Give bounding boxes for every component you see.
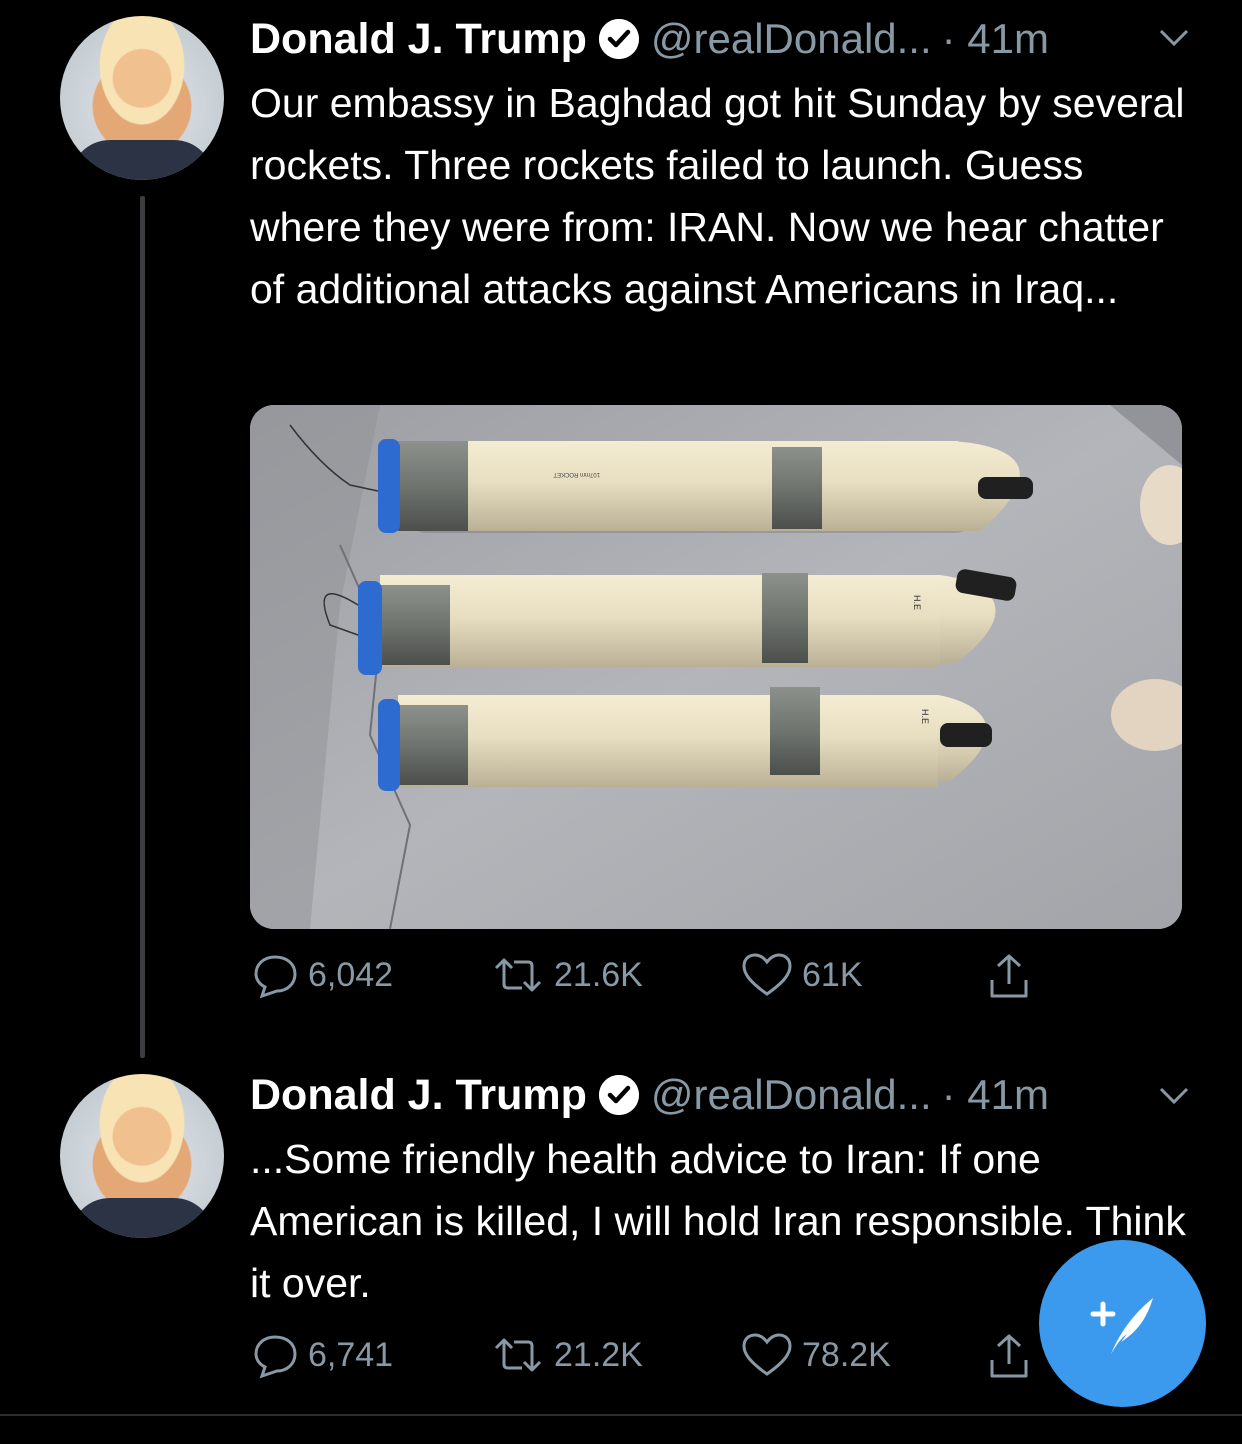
verified-badge-icon [598, 1075, 639, 1115]
tweet-time: · 41m [941, 15, 1050, 62]
rockets-photo: 107mm ROCKET H.E H.E [250, 405, 1182, 929]
reply-icon [254, 955, 297, 999]
thread-connector-line [140, 196, 145, 1058]
rocket-label-1: 107mm ROCKET [553, 471, 600, 477]
rocket-1: 107mm ROCKET [289, 424, 1033, 533]
reply-icon [254, 1335, 297, 1379]
reply-button[interactable]: 6,741 [250, 1330, 393, 1380]
like-icon [742, 953, 792, 996]
tweet-header: Donald J. Trump @realDonald... · 41m [250, 4, 1049, 74]
author-name[interactable]: Donald J. Trump [250, 1071, 587, 1120]
retweet-icon [494, 958, 542, 992]
avatar[interactable] [60, 1074, 224, 1238]
chevron-down-icon[interactable] [1158, 28, 1190, 48]
rocket-2: H.E [323, 569, 1017, 675]
tweet-header: Donald J. Trump @realDonald... · 41m [250, 1060, 1049, 1130]
tweet-text: Our embassy in Baghdad got hit Sunday by… [250, 80, 1185, 312]
like-count: 61K [802, 955, 863, 994]
rocket-3: H.E [378, 687, 992, 791]
tip-label-2: H.E [920, 709, 930, 724]
author-handle[interactable]: @realDonald... [651, 15, 932, 63]
retweet-button[interactable]: 21.2K [490, 1330, 643, 1380]
retweet-count: 21.6K [554, 955, 643, 994]
tweet-time: · 41m [941, 1071, 1050, 1118]
like-count: 78.2K [802, 1335, 891, 1374]
like-icon [742, 1333, 792, 1376]
retweet-icon [494, 1338, 542, 1372]
share-button[interactable] [984, 950, 1042, 1004]
tweet-actions: 6,741 21.2K 78.2K [250, 1330, 1050, 1390]
retweet-button[interactable]: 21.6K [490, 950, 643, 1000]
verified-badge-icon [598, 19, 639, 59]
reply-button[interactable]: 6,042 [250, 950, 393, 1000]
share-icon [990, 1334, 1028, 1378]
retweet-count: 21.2K [554, 1335, 643, 1374]
tweet-media-image[interactable]: 107mm ROCKET H.E H.E [250, 405, 1182, 929]
author-name[interactable]: Donald J. Trump [250, 15, 587, 64]
chevron-down-icon[interactable] [1158, 1086, 1190, 1106]
share-button[interactable] [984, 1330, 1042, 1384]
divider [0, 1414, 1242, 1416]
tip-label-1: H.E [912, 595, 922, 610]
author-handle[interactable]: @realDonald... [651, 1071, 932, 1119]
reply-count: 6,042 [308, 955, 394, 994]
like-button[interactable]: 78.2K [740, 1330, 891, 1380]
reply-count: 6,741 [308, 1335, 394, 1374]
compose-tweet-button[interactable] [1039, 1240, 1206, 1407]
share-icon [990, 954, 1028, 998]
like-button[interactable]: 61K [740, 950, 863, 1000]
avatar[interactable] [60, 16, 224, 180]
compose-tweet-icon [1090, 1297, 1153, 1354]
tweet-actions: 6,042 21.6K 61K [250, 950, 1050, 1010]
